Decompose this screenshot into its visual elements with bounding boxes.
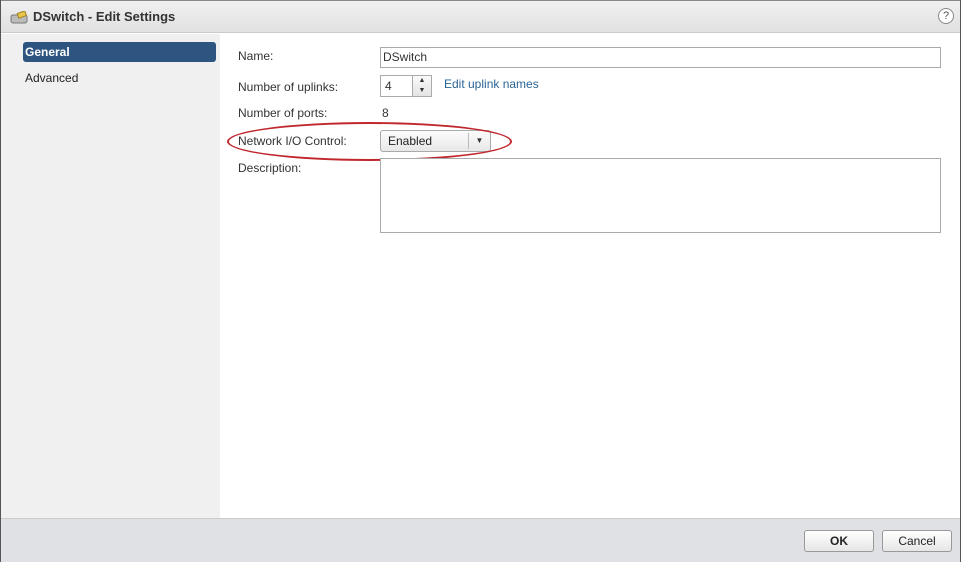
uplinks-input[interactable]: 4 xyxy=(380,75,413,97)
uplinks-stepper[interactable]: ▲ ▼ xyxy=(412,75,432,97)
ok-button[interactable]: OK xyxy=(804,530,874,552)
ports-label: Number of ports: xyxy=(238,106,328,120)
edit-uplink-names-link[interactable]: Edit uplink names xyxy=(444,77,539,91)
name-label: Name: xyxy=(238,49,274,63)
name-input[interactable]: DSwitch xyxy=(380,47,941,68)
ports-value: 8 xyxy=(382,106,389,120)
dialog-footer: OK Cancel xyxy=(1,518,960,562)
sidebar: General Advanced xyxy=(1,34,220,518)
highlight-annotation xyxy=(227,122,512,161)
uplinks-label: Number of uplinks: xyxy=(238,80,339,94)
sidebar-item-advanced[interactable]: Advanced xyxy=(23,68,216,88)
description-textarea[interactable] xyxy=(380,158,941,233)
sidebar-item-general[interactable]: General xyxy=(23,42,216,62)
switch-icon xyxy=(10,11,28,24)
edit-settings-dialog: DSwitch - Edit Settings ? General Advanc… xyxy=(0,0,961,562)
help-icon[interactable]: ? xyxy=(938,8,954,24)
increment-icon[interactable]: ▲ xyxy=(413,76,431,86)
description-label: Description: xyxy=(238,161,302,175)
cancel-button[interactable]: Cancel xyxy=(882,530,952,552)
title-bar: DSwitch - Edit Settings ? xyxy=(1,0,960,33)
decrement-icon[interactable]: ▼ xyxy=(413,86,431,96)
dialog-title: DSwitch - Edit Settings xyxy=(33,9,176,24)
